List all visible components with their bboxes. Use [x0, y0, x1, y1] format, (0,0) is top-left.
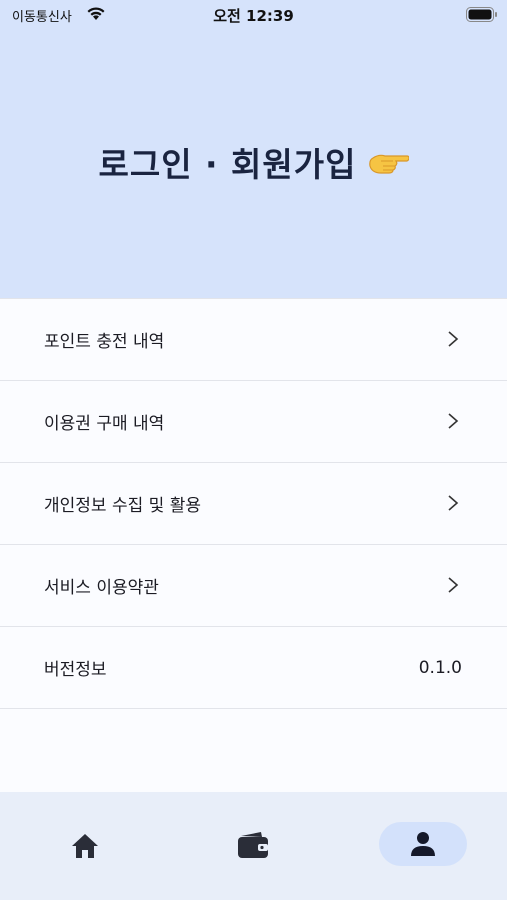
battery-icon [466, 7, 497, 22]
menu-item-privacy[interactable]: 개인정보 수집 및 활용 [0, 463, 507, 545]
version-value: 0.1.0 [418, 657, 462, 678]
menu-item-terms[interactable]: 서비스 이용약관 [0, 545, 507, 627]
menu-item-ticket-history[interactable]: 이용권 구매 내역 [0, 381, 507, 463]
menu-item-version: 버전정보 0.1.0 [0, 627, 507, 709]
pointing-hand-icon [368, 154, 409, 174]
home-icon[interactable] [70, 832, 100, 860]
status-bar: 이동통신사 오전 12:39 [0, 0, 507, 30]
chevron-right-icon [448, 331, 459, 347]
clock: 오전 12:39 [213, 7, 294, 25]
menu-item-label: 포인트 충전 내역 [44, 332, 165, 352]
wallet-icon[interactable] [237, 830, 269, 860]
menu-item-label: 개인정보 수집 및 활용 [44, 496, 201, 516]
chevron-right-icon [448, 577, 459, 593]
chevron-right-icon [448, 495, 459, 511]
menu-item-label: 이용권 구매 내역 [44, 414, 165, 434]
chevron-right-icon [448, 413, 459, 429]
bottom-tab-bar [0, 792, 507, 900]
login-signup-link[interactable]: 로그인 · 회원가입 [0, 138, 507, 186]
version-label: 버전정보 [44, 660, 107, 680]
settings-menu: 포인트 충전 내역 이용권 구매 내역 개인정보 수집 및 활용 서비스 이용약… [0, 298, 507, 709]
person-icon[interactable] [409, 830, 437, 858]
header-banner: 이동통신사 오전 12:39 로그인 · 회원가입 [0, 0, 507, 298]
login-signup-title[interactable]: 로그인 · 회원가입 [98, 138, 356, 186]
menu-item-label: 서비스 이용약관 [44, 578, 159, 598]
menu-item-point-history[interactable]: 포인트 충전 내역 [0, 299, 507, 381]
